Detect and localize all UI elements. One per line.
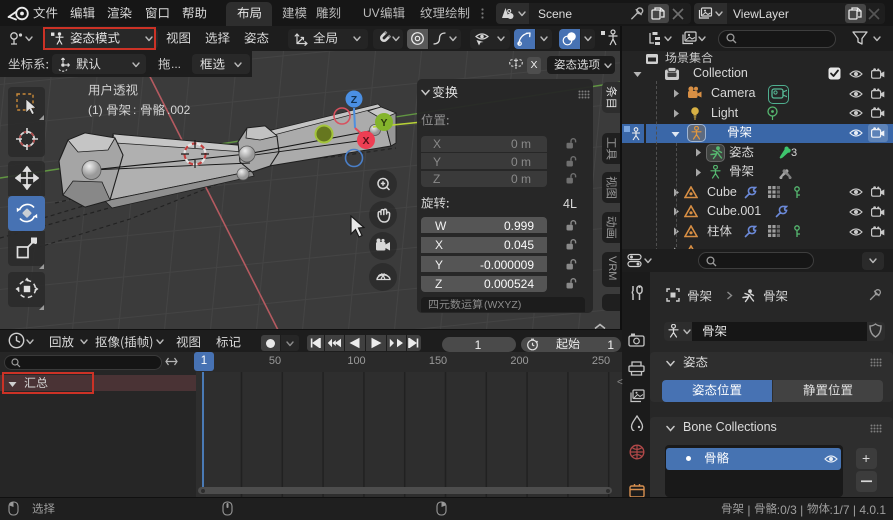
svg-text:Z: Z [351, 94, 358, 106]
svg-text:X: X [362, 135, 369, 147]
svg-text:Y: Y [380, 117, 387, 129]
